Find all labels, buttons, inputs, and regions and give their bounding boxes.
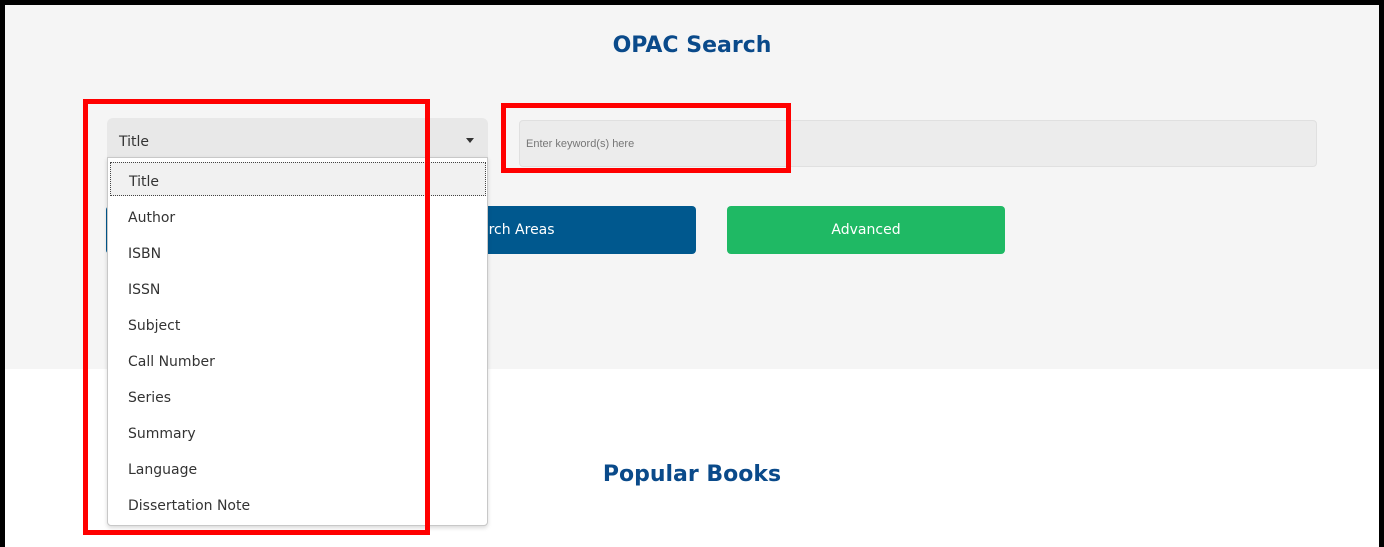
search-areas-button-label: arch Areas: [480, 222, 555, 238]
highlight-box-dropdown: [83, 99, 430, 535]
caret-down-icon: [466, 138, 474, 143]
search-heading: OPAC Search: [612, 33, 772, 58]
highlight-box-keyword: [501, 103, 791, 173]
advanced-button[interactable]: Advanced: [727, 206, 1005, 254]
